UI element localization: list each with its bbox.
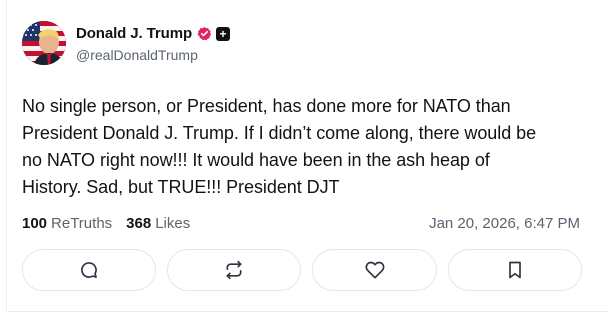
reply-button[interactable] — [22, 249, 156, 291]
post-header: Donald J. Trump + @realDonaldTrump — [22, 20, 231, 66]
retruths-stat[interactable]: 100 ReTruths — [22, 215, 112, 232]
display-name[interactable]: Donald J. Trump — [76, 25, 192, 42]
retruths-label: ReTruths — [51, 214, 113, 232]
likes-count: 368 — [126, 214, 152, 232]
author-info: Donald J. Trump + @realDonaldTrump — [76, 24, 231, 63]
avatar[interactable] — [22, 21, 66, 65]
author-handle[interactable]: @realDonaldTrump — [76, 47, 230, 63]
likes-label: Likes — [155, 214, 191, 232]
avatar-image — [22, 21, 66, 65]
like-button[interactable] — [312, 249, 437, 291]
like-icon — [365, 260, 385, 280]
post-text: No single person, or President, has done… — [22, 96, 537, 197]
post-stats: 100 ReTruths 368 Likes Jan 20, 2026, 6:4… — [22, 212, 580, 234]
post-timestamp[interactable]: Jan 20, 2026, 6:47 PM — [429, 215, 580, 232]
retruth-icon — [224, 260, 244, 280]
post-card: Donald J. Trump + @realDonaldTrump No si… — [0, 0, 608, 312]
bookmark-button[interactable] — [448, 249, 582, 291]
reply-icon — [79, 260, 99, 280]
name-row: Donald J. Trump + — [76, 24, 231, 44]
likes-stat[interactable]: 368 Likes — [126, 215, 190, 232]
bookmark-icon — [505, 260, 525, 280]
action-bar — [22, 249, 582, 291]
retruths-count: 100 — [22, 214, 48, 232]
plus-badge-icon: + — [216, 26, 231, 41]
verified-badge-icon — [197, 26, 212, 41]
retruth-button[interactable] — [167, 249, 301, 291]
